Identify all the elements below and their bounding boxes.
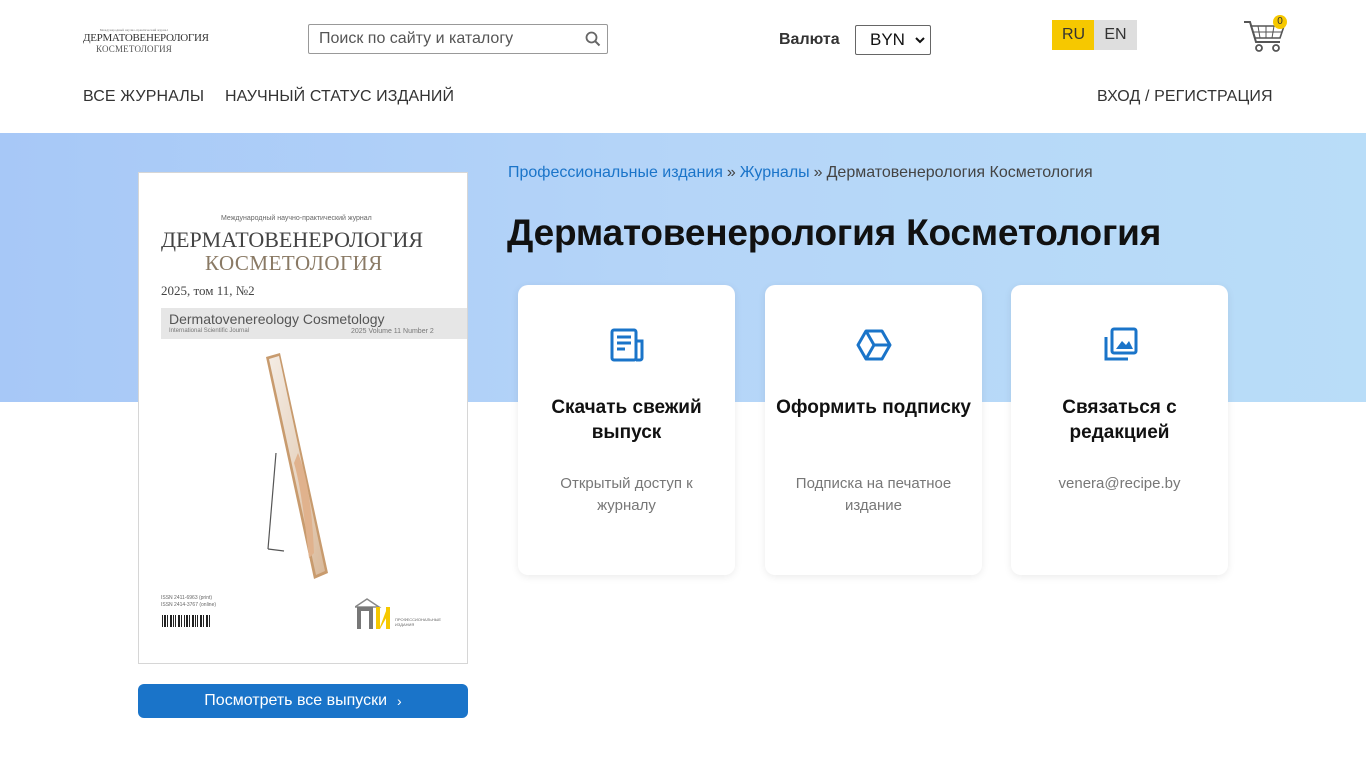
card-subscribe[interactable]: Оформить подписку Подписка на печатное и… (765, 285, 982, 575)
search-box (308, 24, 608, 54)
publisher-logo-icon (352, 598, 390, 629)
currency-label: Валюта (779, 31, 840, 48)
breadcrumb-separator: » (726, 164, 736, 181)
breadcrumb-journals[interactable]: Журналы (740, 164, 810, 181)
currency-select[interactable]: BYN (855, 25, 931, 55)
card-email[interactable]: venera@recipe.by (1031, 473, 1208, 495)
cover-issn-print: ISSN 2411-6963 (print) (161, 595, 213, 601)
box-icon (856, 329, 891, 361)
search-input[interactable] (309, 25, 571, 53)
page-title: Дерматовенерология Косметология (507, 212, 1162, 253)
card-description: Открытый доступ к журналу (560, 475, 693, 514)
breadcrumb-professional-editions[interactable]: Профессиональные издания (508, 164, 723, 181)
chevron-right-icon: › (397, 693, 402, 709)
cover-en-subtitle: International Scientific Journal (169, 328, 250, 334)
gallery-icon (1104, 327, 1137, 361)
nav-login-register[interactable]: ВХОД / РЕГИСТРАЦИЯ (1097, 88, 1273, 106)
cover-title-line2: КОСМЕТОЛОГИЯ (205, 251, 383, 275)
cover-issue: 2025, том 11, №2 (161, 283, 255, 298)
logo-title-line1: ДЕРМАТОВЕНЕРОЛОГИЯ (83, 32, 209, 44)
barcode-icon (162, 615, 210, 627)
cover-issn: ISSN 2411-6963 (print) ISSN 2414-3767 (o… (161, 595, 216, 609)
cover-en-issue: 2025 Volume 11 Number 2 (351, 328, 434, 335)
logo-title-line2: КОСМЕТОЛОГИЯ (95, 44, 173, 54)
chevron-down-icon (915, 37, 925, 44)
cart-count-badge: 0 (1273, 15, 1287, 29)
publisher-label: ПРОФЕССИОНАЛЬНЫЕ ИЗДАНИЯ (395, 617, 442, 627)
view-all-issues-button[interactable]: Посмотреть все выпуски › (138, 684, 468, 718)
cover-mirror-image (266, 353, 328, 579)
cover-issn-online: ISSN 2414-3767 (online) (161, 602, 217, 608)
site-logo[interactable]: Международный научно-практический журнал… (83, 28, 209, 58)
journal-cover[interactable]: Международный научно-практический журнал… (138, 172, 468, 664)
cover-en-title: Dermatovenereology Cosmetology (169, 311, 385, 327)
breadcrumb-current: Дерматовенерология Косметология (826, 164, 1093, 181)
card-title: Связаться с редакцией (1062, 397, 1177, 443)
lang-en-button[interactable]: EN (1094, 20, 1137, 50)
card-title: Скачать свежий выпуск (551, 397, 702, 443)
breadcrumb: Профессиональные издания» Журналы» Дермато… (508, 164, 1093, 182)
lang-ru-button[interactable]: RU (1052, 20, 1105, 50)
newspaper-icon (610, 328, 643, 362)
cover-title-line1: ДЕРМАТОВЕНЕРОЛОГИЯ (161, 227, 424, 252)
card-title: Оформить подписку (776, 397, 971, 418)
cover-english-bar: Dermatovenereology Cosmetology Internati… (161, 308, 467, 339)
card-contact-editors[interactable]: Связаться с редакцией venera@recipe.by (1011, 285, 1228, 575)
view-all-issues-label: Посмотреть все выпуски (204, 692, 388, 709)
currency-value: BYN (870, 30, 905, 49)
breadcrumb-separator: » (813, 164, 823, 181)
card-description: Подписка на печатное издание (795, 475, 952, 514)
nav-scientific-status[interactable]: НАУЧНЫЙ СТАТУС ИЗДАНИЙ (225, 88, 454, 106)
publisher-logo: ПРОФЕССИОНАЛЬНЫЕ ИЗДАНИЯ (352, 597, 445, 633)
cover-subtitle: Международный научно-практический журнал (221, 215, 372, 222)
nav-all-journals[interactable]: ВСЕ ЖУРНАЛЫ (83, 88, 204, 106)
search-icon[interactable] (585, 31, 601, 47)
card-download-issue[interactable]: Скачать свежий выпуск Открытый доступ к … (518, 285, 735, 575)
